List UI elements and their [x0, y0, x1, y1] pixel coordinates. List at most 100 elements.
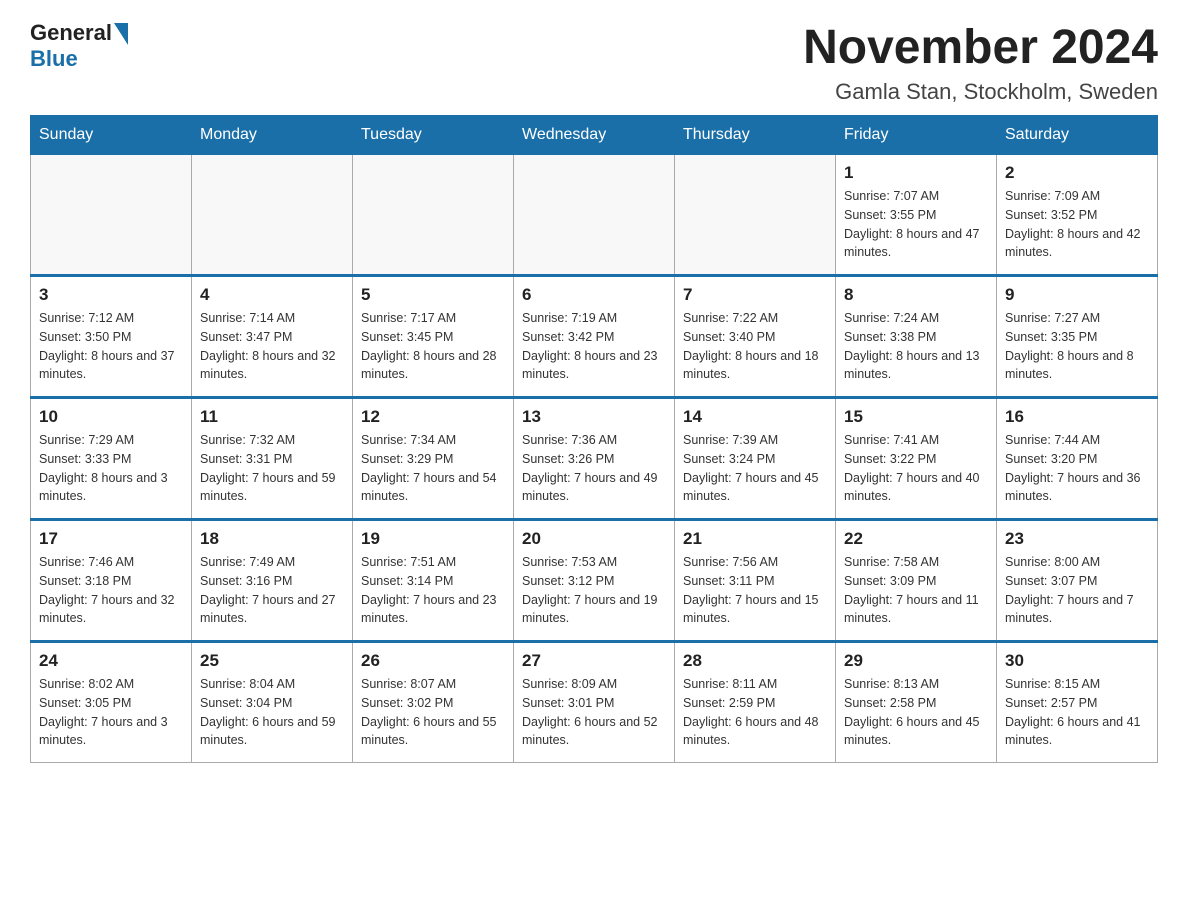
calendar-cell: 26 Sunrise: 8:07 AMSunset: 3:02 PMDayligh…	[353, 642, 514, 763]
weekday-header-sunday: Sunday	[31, 116, 192, 155]
sun-info: Sunrise: 7:34 AMSunset: 3:29 PMDaylight:…	[361, 431, 505, 506]
sun-info: Sunrise: 7:46 AMSunset: 3:18 PMDaylight:…	[39, 553, 183, 628]
day-number: 23	[1005, 529, 1149, 549]
weekday-header-monday: Monday	[192, 116, 353, 155]
calendar-cell: 6 Sunrise: 7:19 AMSunset: 3:42 PMDaylight…	[514, 276, 675, 398]
calendar-cell: 7 Sunrise: 7:22 AMSunset: 3:40 PMDaylight…	[675, 276, 836, 398]
day-number: 18	[200, 529, 344, 549]
calendar-cell: 14 Sunrise: 7:39 AMSunset: 3:24 PMDayligh…	[675, 398, 836, 520]
day-number: 2	[1005, 163, 1149, 183]
calendar-cell: 29Sunrise: 8:13 AMSunset: 2:58 PMDayligh…	[836, 642, 997, 763]
day-number: 30	[1005, 651, 1149, 671]
day-number: 14	[683, 407, 827, 427]
sun-info: Sunrise: 8:09 AMSunset: 3:01 PMDaylight:…	[522, 675, 666, 750]
calendar-cell: 1 Sunrise: 7:07 AMSunset: 3:55 PMDaylight…	[836, 155, 997, 276]
sun-info: Sunrise: 7:27 AMSunset: 3:35 PMDaylight:…	[1005, 309, 1149, 384]
sun-info: Sunrise: 7:22 AMSunset: 3:40 PMDaylight:…	[683, 309, 827, 384]
weekday-header-tuesday: Tuesday	[353, 116, 514, 155]
calendar-cell: 16Sunrise: 7:44 AMSunset: 3:20 PMDayligh…	[997, 398, 1158, 520]
page-header: General Blue November 2024 Gamla Stan, S…	[30, 20, 1158, 105]
calendar-cell: 19 Sunrise: 7:51 AMSunset: 3:14 PMDayligh…	[353, 520, 514, 642]
sun-info: Sunrise: 7:39 AMSunset: 3:24 PMDaylight:…	[683, 431, 827, 506]
sun-info: Sunrise: 8:11 AMSunset: 2:59 PMDaylight:…	[683, 675, 827, 750]
day-number: 22	[844, 529, 988, 549]
sun-info: Sunrise: 7:07 AMSunset: 3:55 PMDaylight:…	[844, 187, 988, 262]
day-number: 10	[39, 407, 183, 427]
day-number: 1	[844, 163, 988, 183]
day-number: 17	[39, 529, 183, 549]
weekday-header-friday: Friday	[836, 116, 997, 155]
sun-info: Sunrise: 7:12 AMSunset: 3:50 PMDaylight:…	[39, 309, 183, 384]
calendar-cell: 25Sunrise: 8:04 AMSunset: 3:04 PMDayligh…	[192, 642, 353, 763]
calendar-cell: 15Sunrise: 7:41 AMSunset: 3:22 PMDayligh…	[836, 398, 997, 520]
day-number: 4	[200, 285, 344, 305]
day-number: 7	[683, 285, 827, 305]
calendar-cell: 27 Sunrise: 8:09 AMSunset: 3:01 PMDayligh…	[514, 642, 675, 763]
sun-info: Sunrise: 7:29 AMSunset: 3:33 PMDaylight:…	[39, 431, 183, 506]
day-number: 28	[683, 651, 827, 671]
calendar-row-0: 1 Sunrise: 7:07 AMSunset: 3:55 PMDaylight…	[31, 155, 1158, 276]
sun-info: Sunrise: 7:36 AMSunset: 3:26 PMDaylight:…	[522, 431, 666, 506]
sun-info: Sunrise: 8:02 AMSunset: 3:05 PMDaylight:…	[39, 675, 183, 750]
day-number: 29	[844, 651, 988, 671]
sun-info: Sunrise: 7:51 AMSunset: 3:14 PMDaylight:…	[361, 553, 505, 628]
calendar-table: SundayMondayTuesdayWednesdayThursdayFrid…	[30, 115, 1158, 763]
calendar-cell: 9 Sunrise: 7:27 AMSunset: 3:35 PMDaylight…	[997, 276, 1158, 398]
logo-general-text: General	[30, 20, 112, 46]
sun-info: Sunrise: 7:19 AMSunset: 3:42 PMDaylight:…	[522, 309, 666, 384]
sun-info: Sunrise: 8:07 AMSunset: 3:02 PMDaylight:…	[361, 675, 505, 750]
sun-info: Sunrise: 7:14 AMSunset: 3:47 PMDaylight:…	[200, 309, 344, 384]
calendar-cell: 4 Sunrise: 7:14 AMSunset: 3:47 PMDaylight…	[192, 276, 353, 398]
weekday-header-saturday: Saturday	[997, 116, 1158, 155]
day-number: 12	[361, 407, 505, 427]
calendar-cell: 18 Sunrise: 7:49 AMSunset: 3:16 PMDayligh…	[192, 520, 353, 642]
calendar-cell: 11 Sunrise: 7:32 AMSunset: 3:31 PMDayligh…	[192, 398, 353, 520]
sun-info: Sunrise: 7:49 AMSunset: 3:16 PMDaylight:…	[200, 553, 344, 628]
day-number: 26	[361, 651, 505, 671]
day-number: 3	[39, 285, 183, 305]
day-number: 9	[1005, 285, 1149, 305]
sun-info: Sunrise: 7:56 AMSunset: 3:11 PMDaylight:…	[683, 553, 827, 628]
sun-info: Sunrise: 7:32 AMSunset: 3:31 PMDaylight:…	[200, 431, 344, 506]
sun-info: Sunrise: 8:00 AMSunset: 3:07 PMDaylight:…	[1005, 553, 1149, 628]
sun-info: Sunrise: 7:41 AMSunset: 3:22 PMDaylight:…	[844, 431, 988, 506]
day-number: 5	[361, 285, 505, 305]
calendar-cell: 8Sunrise: 7:24 AMSunset: 3:38 PMDaylight…	[836, 276, 997, 398]
logo: General Blue	[30, 20, 128, 72]
calendar-cell: 23 Sunrise: 8:00 AMSunset: 3:07 PMDayligh…	[997, 520, 1158, 642]
sun-info: Sunrise: 7:44 AMSunset: 3:20 PMDaylight:…	[1005, 431, 1149, 506]
day-number: 8	[844, 285, 988, 305]
month-title: November 2024	[803, 20, 1158, 75]
day-number: 27	[522, 651, 666, 671]
calendar-cell: 12 Sunrise: 7:34 AMSunset: 3:29 PMDayligh…	[353, 398, 514, 520]
sun-info: Sunrise: 7:53 AMSunset: 3:12 PMDaylight:…	[522, 553, 666, 628]
sun-info: Sunrise: 7:58 AMSunset: 3:09 PMDaylight:…	[844, 553, 988, 628]
day-number: 24	[39, 651, 183, 671]
day-number: 21	[683, 529, 827, 549]
weekday-header-wednesday: Wednesday	[514, 116, 675, 155]
calendar-cell	[675, 155, 836, 276]
calendar-cell: 28 Sunrise: 8:11 AMSunset: 2:59 PMDayligh…	[675, 642, 836, 763]
calendar-row-4: 24 Sunrise: 8:02 AMSunset: 3:05 PMDayligh…	[31, 642, 1158, 763]
calendar-row-1: 3 Sunrise: 7:12 AMSunset: 3:50 PMDaylight…	[31, 276, 1158, 398]
day-number: 6	[522, 285, 666, 305]
day-number: 11	[200, 407, 344, 427]
day-number: 19	[361, 529, 505, 549]
sun-info: Sunrise: 7:17 AMSunset: 3:45 PMDaylight:…	[361, 309, 505, 384]
calendar-row-2: 10 Sunrise: 7:29 AMSunset: 3:33 PMDayligh…	[31, 398, 1158, 520]
calendar-header-row: SundayMondayTuesdayWednesdayThursdayFrid…	[31, 116, 1158, 155]
weekday-header-thursday: Thursday	[675, 116, 836, 155]
calendar-cell: 30 Sunrise: 8:15 AMSunset: 2:57 PMDayligh…	[997, 642, 1158, 763]
logo-triangle-icon	[114, 23, 128, 45]
calendar-cell	[514, 155, 675, 276]
sun-info: Sunrise: 8:15 AMSunset: 2:57 PMDaylight:…	[1005, 675, 1149, 750]
day-number: 20	[522, 529, 666, 549]
calendar-cell: 24 Sunrise: 8:02 AMSunset: 3:05 PMDayligh…	[31, 642, 192, 763]
calendar-cell	[192, 155, 353, 276]
calendar-cell: 2 Sunrise: 7:09 AMSunset: 3:52 PMDaylight…	[997, 155, 1158, 276]
calendar-row-3: 17 Sunrise: 7:46 AMSunset: 3:18 PMDayligh…	[31, 520, 1158, 642]
title-block: November 2024 Gamla Stan, Stockholm, Swe…	[803, 20, 1158, 105]
calendar-cell: 17 Sunrise: 7:46 AMSunset: 3:18 PMDayligh…	[31, 520, 192, 642]
calendar-cell: 3 Sunrise: 7:12 AMSunset: 3:50 PMDaylight…	[31, 276, 192, 398]
sun-info: Sunrise: 7:09 AMSunset: 3:52 PMDaylight:…	[1005, 187, 1149, 262]
